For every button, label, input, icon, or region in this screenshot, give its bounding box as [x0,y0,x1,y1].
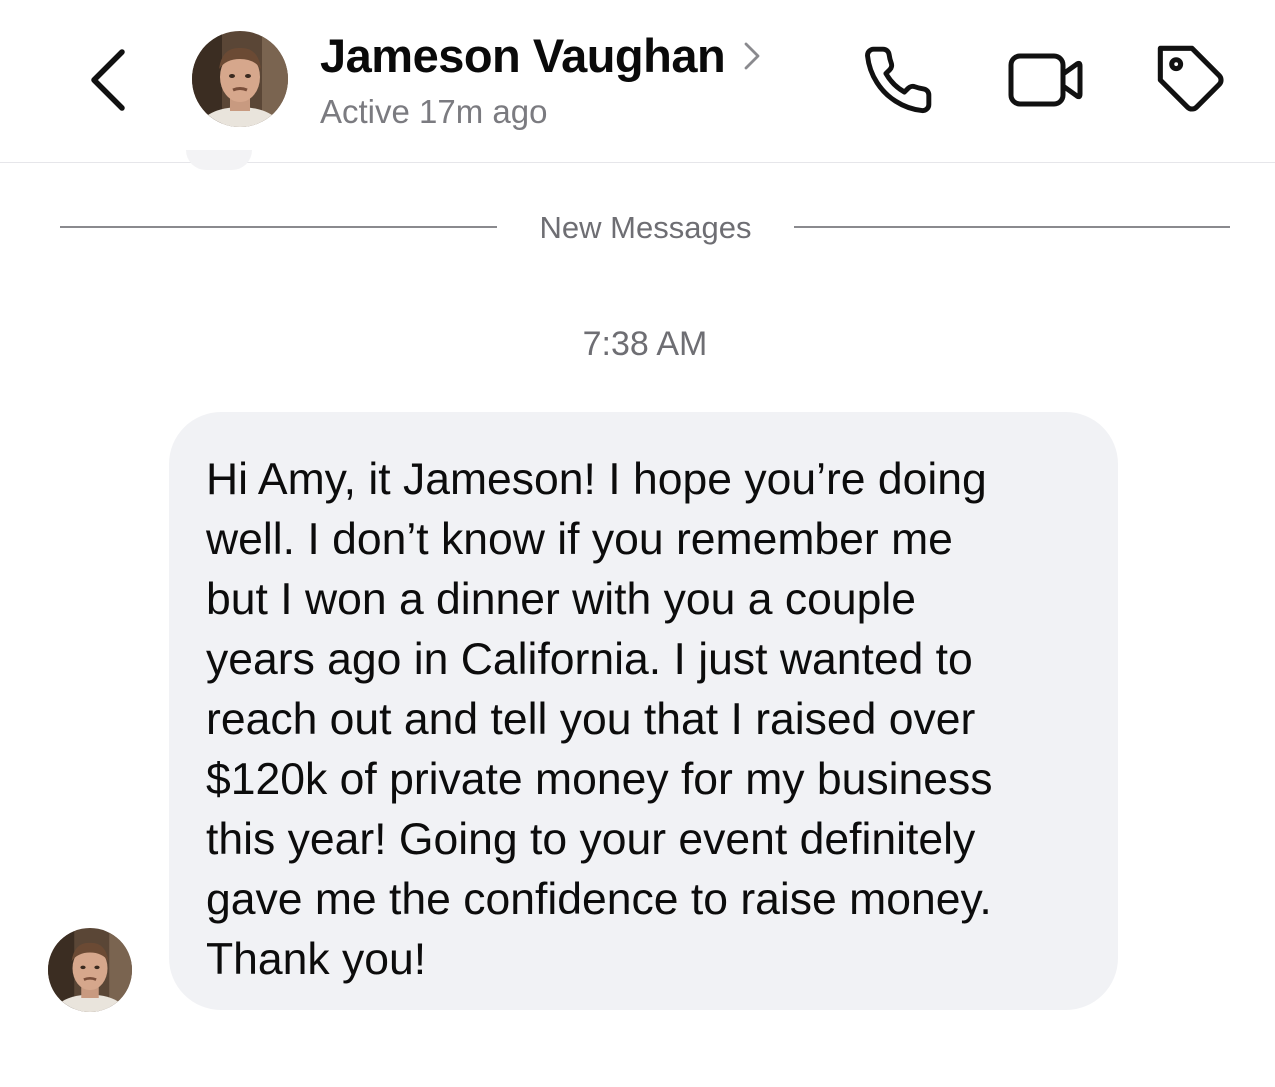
video-call-button[interactable] [1005,40,1085,120]
chat-header: Jameson Vaughan Active 17m ago [0,0,1275,163]
sender-avatar[interactable] [48,928,132,1012]
contact-name: Jameson Vaughan [320,29,726,82]
divider-line-right [794,226,1230,228]
chevron-left-icon [91,49,125,111]
video-camera-icon [1008,53,1083,107]
divider-line-left [60,226,497,228]
contact-status: Active 17m ago [320,93,548,130]
tag-button[interactable] [1152,40,1232,120]
new-messages-divider: New Messages [539,210,752,245]
avatar-photo [192,31,288,127]
phone-icon [865,46,932,114]
avatar-photo [48,928,132,1012]
back-button[interactable] [80,44,136,116]
message-text: Hi Amy, it Jameson! I hope you’re doing … [206,455,993,984]
contact-avatar[interactable] [192,31,288,127]
tag-icon [1157,45,1224,112]
previous-message-bubble [186,150,252,170]
contact-name-link[interactable]: Jameson Vaughan [320,26,763,86]
call-button[interactable] [858,40,938,120]
incoming-message-bubble[interactable]: Hi Amy, it Jameson! I hope you’re doing … [169,412,1118,1010]
message-timestamp: 7:38 AM [582,325,708,363]
chevron-right-icon [743,26,763,86]
